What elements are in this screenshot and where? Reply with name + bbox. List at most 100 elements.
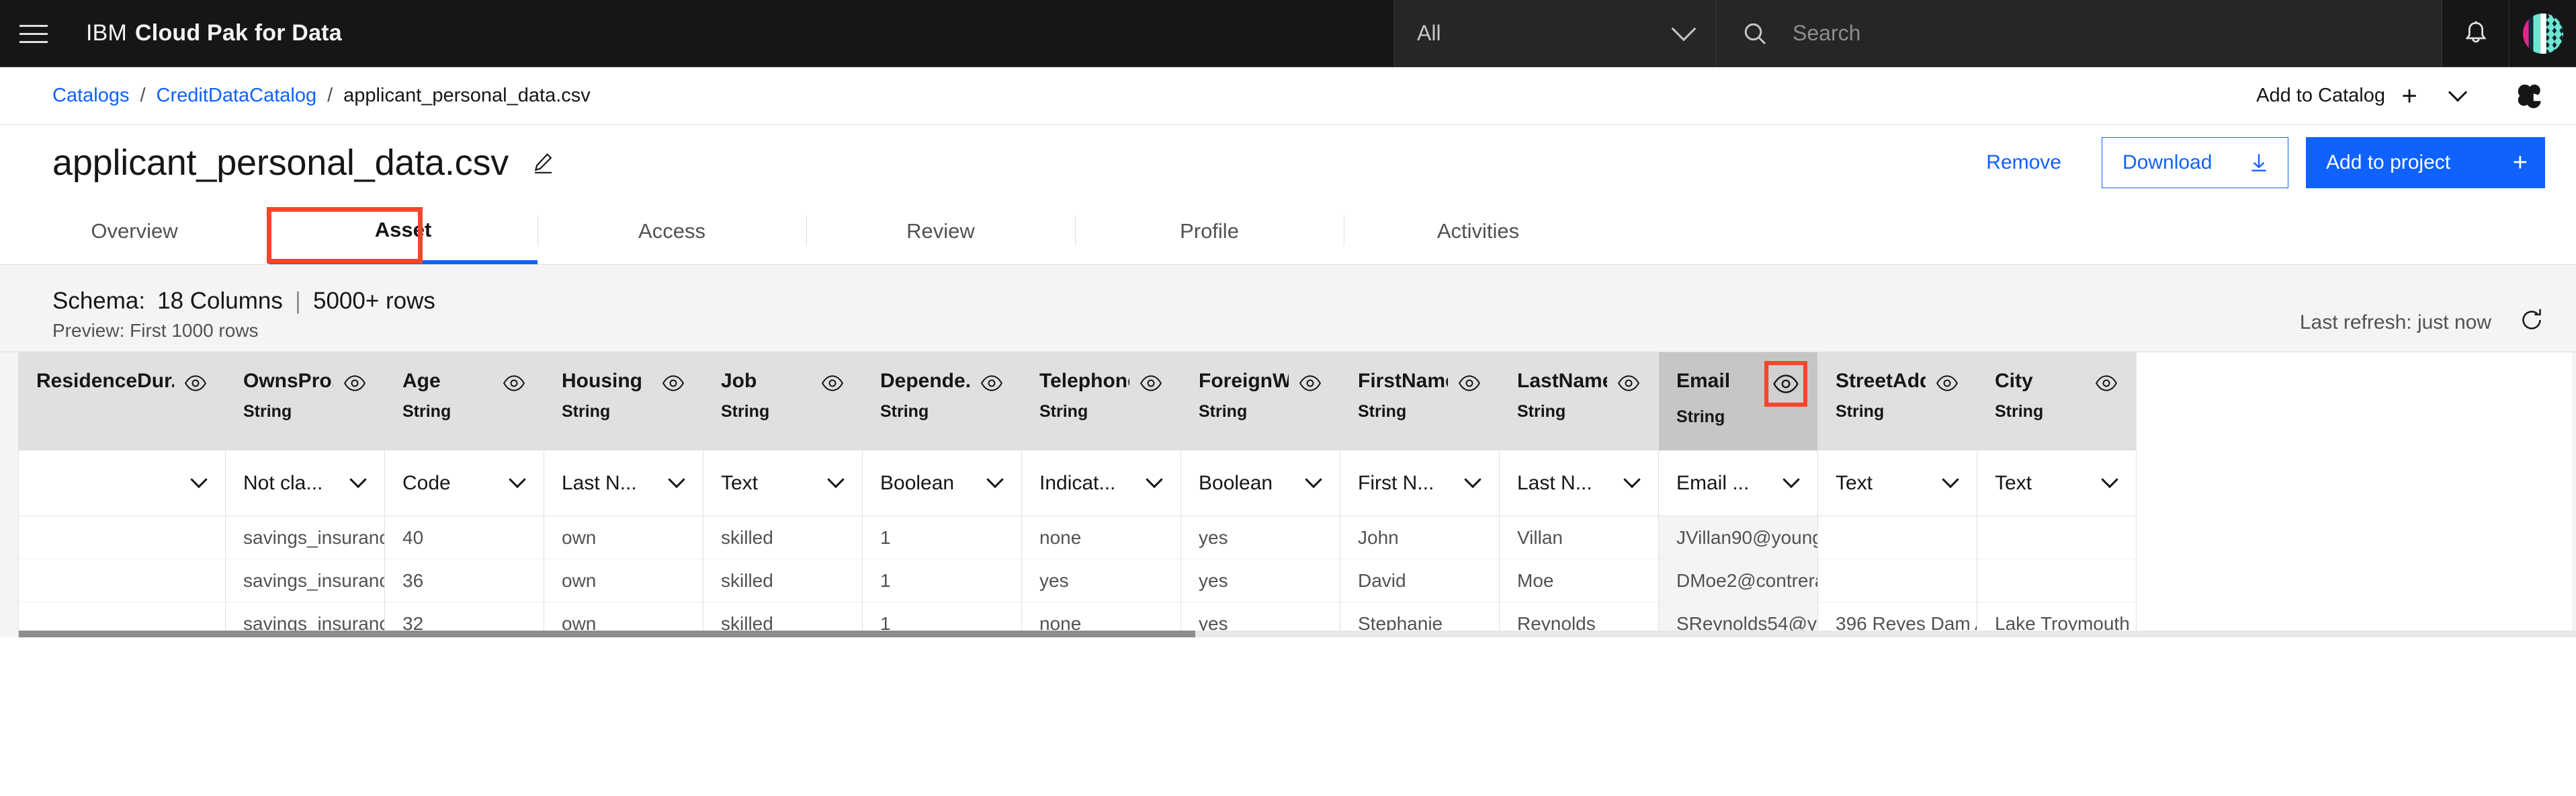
tab-label: Profile (1180, 218, 1239, 243)
column-classification-dropdown[interactable]: Last N... (544, 450, 703, 516)
breadcrumb-separator: / (140, 85, 146, 106)
breadcrumb-item-creditdatacatalog[interactable]: CreditDataCatalog (157, 85, 317, 107)
column-information-button[interactable] (818, 370, 847, 397)
column-classification-value: First N... (1358, 471, 1434, 494)
notifications-button[interactable] (2442, 0, 2509, 67)
column-classification-dropdown[interactable]: Text (1818, 450, 1977, 516)
column-information-icon (980, 375, 1003, 391)
table-cell: DMoe2@contrera (1659, 559, 1817, 602)
tab-access[interactable]: Access (538, 200, 806, 264)
add-to-catalog-button[interactable]: + (2385, 75, 2434, 117)
tab-asset[interactable]: Asset (269, 200, 538, 264)
column-information-button[interactable] (1764, 361, 1807, 407)
download-button[interactable]: Download (2102, 137, 2288, 188)
brand-title[interactable]: IBM Cloud Pak for Data (67, 0, 342, 67)
column-information-button[interactable] (1136, 370, 1166, 397)
tab-activities[interactable]: Activities (1344, 200, 1613, 264)
table-cell: 1 (863, 559, 1021, 602)
column-information-button[interactable] (1455, 370, 1484, 397)
column-information-icon (1299, 375, 1322, 391)
table-cell (1818, 516, 1977, 559)
chevron-down-icon (2101, 471, 2118, 488)
edit-title-button[interactable] (530, 150, 556, 175)
page-title: applicant_personal_data.csv (52, 143, 509, 183)
column-information-button[interactable] (2092, 370, 2121, 397)
column-classification-dropdown[interactable]: Indicat... (1022, 450, 1180, 516)
tab-divider (1075, 216, 1076, 246)
column-information-button[interactable] (340, 370, 370, 397)
add-to-catalog-label[interactable]: Add to Catalog (2256, 85, 2385, 107)
column-name: OwnsPro... (243, 370, 333, 392)
column-classification-dropdown[interactable]: Text (703, 450, 862, 516)
column-type: String (880, 402, 929, 421)
nav-right-icons (2442, 0, 2576, 67)
download-icon (2251, 154, 2266, 171)
search-input[interactable]: Search (1793, 21, 1860, 46)
cloud-pak-button[interactable] (2514, 81, 2545, 112)
table-cell: skilled (703, 559, 862, 602)
breadcrumb-item-catalogs[interactable]: Catalogs (52, 85, 129, 107)
column-information-icon (1140, 375, 1162, 391)
table-column-job: Job String Text skilled skilled skilled (703, 352, 863, 637)
tab-profile[interactable]: Profile (1075, 200, 1344, 264)
column-classification-dropdown[interactable]: Code (385, 450, 544, 516)
column-classification-dropdown[interactable] (19, 450, 225, 516)
column-information-button[interactable] (1614, 370, 1643, 397)
column-information-icon (343, 375, 366, 391)
column-classification-value: Text (721, 471, 759, 494)
column-classification-dropdown[interactable]: Text (1977, 450, 2136, 516)
table-column-ownspro: OwnsPro... String Not cla... savings_insura… (226, 352, 385, 637)
column-header: Job String (703, 352, 862, 450)
refresh-button[interactable] (2518, 307, 2545, 339)
column-information-button[interactable] (1932, 370, 1962, 397)
column-classification-value: Text (1995, 471, 2032, 494)
column-classification-dropdown[interactable]: First N... (1340, 450, 1499, 516)
plus-icon: + (2401, 81, 2417, 111)
add-to-project-button[interactable]: Add to project + (2306, 137, 2545, 188)
column-information-icon (1458, 375, 1481, 391)
column-information-button[interactable] (1295, 370, 1325, 397)
column-classification-dropdown[interactable]: Not cla... (226, 450, 384, 516)
data-preview-table[interactable]: ResidenceDur... OwnsPro... String Not cla..… (0, 352, 2576, 637)
table-right-edge (2572, 352, 2576, 637)
hamburger-menu-button[interactable] (0, 0, 67, 67)
table-cell (1818, 559, 1977, 602)
last-refresh-label: Last refresh: just now (2299, 311, 2491, 333)
column-name: City (1995, 370, 2033, 392)
column-header: City String (1977, 352, 2136, 450)
table-cell: yes (1022, 559, 1180, 602)
column-name: Age (402, 370, 441, 392)
column-information-button[interactable] (658, 370, 688, 397)
column-type: String (1995, 402, 2044, 421)
table-cell (19, 516, 225, 559)
scrollbar-thumb[interactable] (19, 631, 1195, 637)
global-search[interactable]: Search (1716, 0, 2442, 67)
column-information-icon (1773, 374, 1799, 393)
table-cell: John (1340, 516, 1499, 559)
column-name: Depende... (880, 370, 970, 392)
column-information-button[interactable] (499, 370, 529, 397)
column-classification-value: Text (1836, 471, 1873, 494)
tab-review[interactable]: Review (806, 200, 1075, 264)
column-information-icon (1936, 375, 1959, 391)
horizontal-scrollbar[interactable] (19, 631, 2576, 637)
column-header: Depende... String (863, 352, 1021, 450)
column-information-button[interactable] (977, 370, 1006, 397)
column-classification-dropdown[interactable]: Boolean (1181, 450, 1340, 516)
table-cell: own (544, 516, 703, 559)
column-classification-dropdown[interactable]: Email ... (1659, 450, 1817, 516)
column-header: LastName String (1500, 352, 1658, 450)
column-information-button[interactable] (181, 370, 210, 397)
user-avatar-button[interactable] (2509, 0, 2576, 67)
table-column-streetadd: StreetAdd...StringText396 Reyes Dam A (1818, 352, 1977, 637)
chevron-down-icon (1464, 471, 1482, 488)
user-avatar (2522, 13, 2563, 54)
search-scope-dropdown[interactable]: All (1393, 0, 1716, 67)
add-to-catalog-dropdown-button[interactable] (2434, 75, 2482, 117)
remove-button[interactable]: Remove (1963, 137, 2084, 188)
column-classification-dropdown[interactable]: Boolean (863, 450, 1021, 516)
column-classification-dropdown[interactable]: Last N... (1500, 450, 1658, 516)
column-type: String (1039, 402, 1088, 421)
tab-overview[interactable]: Overview (0, 200, 269, 264)
